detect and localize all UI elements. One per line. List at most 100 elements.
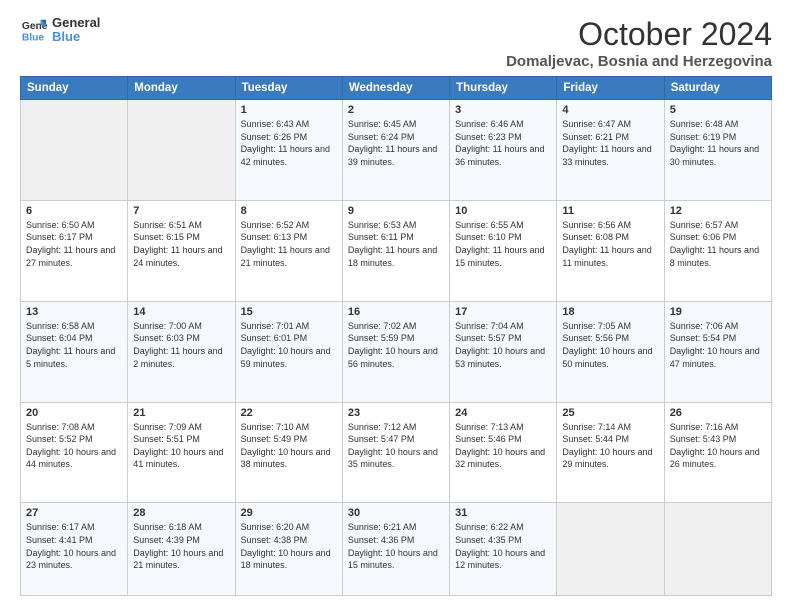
day-cell: 27 Sunrise: 6:17 AM Sunset: 4:41 PM Dayli… [21, 503, 128, 596]
week-row-3: 13 Sunrise: 6:58 AM Sunset: 6:04 PM Dayli… [21, 301, 772, 402]
calendar-header: SundayMondayTuesdayWednesdayThursdayFrid… [21, 77, 772, 100]
day-cell: 12 Sunrise: 6:57 AM Sunset: 6:06 PM Dayli… [664, 200, 771, 301]
svg-text:Blue: Blue [22, 33, 45, 44]
day-cell: 6 Sunrise: 6:50 AM Sunset: 6:17 PM Daylig… [21, 200, 128, 301]
day-cell: 3 Sunrise: 6:46 AM Sunset: 6:23 PM Daylig… [450, 100, 557, 201]
day-info: Sunrise: 6:17 AM Sunset: 4:41 PM Dayligh… [26, 521, 122, 571]
day-info: Sunrise: 6:46 AM Sunset: 6:23 PM Dayligh… [455, 118, 551, 168]
day-info: Sunrise: 6:57 AM Sunset: 6:06 PM Dayligh… [670, 219, 766, 269]
calendar-body: 1 Sunrise: 6:43 AM Sunset: 6:26 PM Daylig… [21, 100, 772, 596]
day-cell: 25 Sunrise: 7:14 AM Sunset: 5:44 PM Dayli… [557, 402, 664, 503]
day-info: Sunrise: 7:01 AM Sunset: 6:01 PM Dayligh… [241, 320, 337, 370]
day-number: 29 [241, 507, 337, 519]
calendar-table: SundayMondayTuesdayWednesdayThursdayFrid… [20, 76, 772, 596]
day-cell [557, 503, 664, 596]
day-info: Sunrise: 6:52 AM Sunset: 6:13 PM Dayligh… [241, 219, 337, 269]
day-number: 3 [455, 104, 551, 116]
day-cell: 22 Sunrise: 7:10 AM Sunset: 5:49 PM Dayli… [235, 402, 342, 503]
page: General Blue General Blue October 2024 D… [0, 0, 792, 612]
day-cell: 9 Sunrise: 6:53 AM Sunset: 6:11 PM Daylig… [342, 200, 449, 301]
day-cell: 26 Sunrise: 7:16 AM Sunset: 5:43 PM Dayli… [664, 402, 771, 503]
location: Domaljevac, Bosnia and Herzegovina [506, 53, 772, 70]
day-info: Sunrise: 6:22 AM Sunset: 4:35 PM Dayligh… [455, 521, 551, 571]
day-number: 10 [455, 205, 551, 217]
day-header-saturday: Saturday [664, 77, 771, 100]
day-cell [128, 100, 235, 201]
day-info: Sunrise: 6:51 AM Sunset: 6:15 PM Dayligh… [133, 219, 229, 269]
day-number: 25 [562, 407, 658, 419]
day-info: Sunrise: 7:16 AM Sunset: 5:43 PM Dayligh… [670, 421, 766, 471]
day-info: Sunrise: 7:05 AM Sunset: 5:56 PM Dayligh… [562, 320, 658, 370]
day-number: 19 [670, 306, 766, 318]
day-number: 13 [26, 306, 122, 318]
day-info: Sunrise: 7:04 AM Sunset: 5:57 PM Dayligh… [455, 320, 551, 370]
day-cell: 23Sunrise: 7:12 AM Sunset: 5:47 PM Dayli… [342, 402, 449, 503]
day-cell: 10Sunrise: 6:55 AM Sunset: 6:10 PM Dayli… [450, 200, 557, 301]
day-info: Sunrise: 7:12 AM Sunset: 5:47 PM Dayligh… [348, 421, 444, 471]
day-cell: 30Sunrise: 6:21 AM Sunset: 4:36 PM Dayli… [342, 503, 449, 596]
day-cell: 1 Sunrise: 6:43 AM Sunset: 6:26 PM Daylig… [235, 100, 342, 201]
week-row-1: 1 Sunrise: 6:43 AM Sunset: 6:26 PM Daylig… [21, 100, 772, 201]
day-info: Sunrise: 6:58 AM Sunset: 6:04 PM Dayligh… [26, 320, 122, 370]
day-number: 1 [241, 104, 337, 116]
day-cell: 15 Sunrise: 7:01 AM Sunset: 6:01 PM Dayli… [235, 301, 342, 402]
day-info: Sunrise: 6:50 AM Sunset: 6:17 PM Dayligh… [26, 219, 122, 269]
day-info: Sunrise: 6:20 AM Sunset: 4:38 PM Dayligh… [241, 521, 337, 571]
day-number: 18 [562, 306, 658, 318]
day-cell: 19Sunrise: 7:06 AM Sunset: 5:54 PM Dayli… [664, 301, 771, 402]
logo-line2: Blue [52, 30, 100, 44]
day-cell: 18 Sunrise: 7:05 AM Sunset: 5:56 PM Dayli… [557, 301, 664, 402]
day-info: Sunrise: 6:21 AM Sunset: 4:36 PM Dayligh… [348, 521, 444, 571]
day-cell: 21Sunrise: 7:09 AM Sunset: 5:51 PM Dayli… [128, 402, 235, 503]
day-cell: 4Sunrise: 6:47 AM Sunset: 6:21 PM Daylig… [557, 100, 664, 201]
day-cell: 13 Sunrise: 6:58 AM Sunset: 6:04 PM Dayli… [21, 301, 128, 402]
day-number: 12 [670, 205, 766, 217]
day-number: 27 [26, 507, 122, 519]
day-info: Sunrise: 6:53 AM Sunset: 6:11 PM Dayligh… [348, 219, 444, 269]
day-cell: 16 Sunrise: 7:02 AM Sunset: 5:59 PM Dayli… [342, 301, 449, 402]
day-cell [21, 100, 128, 201]
title-block: October 2024 Domaljevac, Bosnia and Herz… [506, 16, 772, 70]
day-info: Sunrise: 6:56 AM Sunset: 6:08 PM Dayligh… [562, 219, 658, 269]
day-number: 8 [241, 205, 337, 217]
day-info: Sunrise: 7:08 AM Sunset: 5:52 PM Dayligh… [26, 421, 122, 471]
day-number: 31 [455, 507, 551, 519]
day-header-wednesday: Wednesday [342, 77, 449, 100]
day-number: 24 [455, 407, 551, 419]
day-cell: 28 Sunrise: 6:18 AM Sunset: 4:39 PM Dayli… [128, 503, 235, 596]
day-cell: 5Sunrise: 6:48 AM Sunset: 6:19 PM Daylig… [664, 100, 771, 201]
day-cell: 17Sunrise: 7:04 AM Sunset: 5:57 PM Dayli… [450, 301, 557, 402]
week-row-4: 20 Sunrise: 7:08 AM Sunset: 5:52 PM Dayli… [21, 402, 772, 503]
day-cell: 14 Sunrise: 7:00 AM Sunset: 6:03 PM Dayli… [128, 301, 235, 402]
day-cell: 8 Sunrise: 6:52 AM Sunset: 6:13 PM Daylig… [235, 200, 342, 301]
day-info: Sunrise: 6:48 AM Sunset: 6:19 PM Dayligh… [670, 118, 766, 168]
day-info: Sunrise: 7:02 AM Sunset: 5:59 PM Dayligh… [348, 320, 444, 370]
day-cell [664, 503, 771, 596]
day-info: Sunrise: 7:10 AM Sunset: 5:49 PM Dayligh… [241, 421, 337, 471]
day-cell: 7Sunrise: 6:51 AM Sunset: 6:15 PM Daylig… [128, 200, 235, 301]
day-number: 15 [241, 306, 337, 318]
logo-line1: General [52, 16, 100, 30]
day-number: 20 [26, 407, 122, 419]
day-cell: 31 Sunrise: 6:22 AM Sunset: 4:35 PM Dayli… [450, 503, 557, 596]
day-number: 22 [241, 407, 337, 419]
day-info: Sunrise: 7:00 AM Sunset: 6:03 PM Dayligh… [133, 320, 229, 370]
day-header-thursday: Thursday [450, 77, 557, 100]
day-number: 2 [348, 104, 444, 116]
day-info: Sunrise: 7:13 AM Sunset: 5:46 PM Dayligh… [455, 421, 551, 471]
day-number: 14 [133, 306, 229, 318]
day-number: 9 [348, 205, 444, 217]
day-info: Sunrise: 6:43 AM Sunset: 6:26 PM Dayligh… [241, 118, 337, 168]
day-number: 21 [133, 407, 229, 419]
day-info: Sunrise: 7:14 AM Sunset: 5:44 PM Dayligh… [562, 421, 658, 471]
logo: General Blue General Blue [20, 16, 100, 45]
day-number: 28 [133, 507, 229, 519]
week-row-2: 6 Sunrise: 6:50 AM Sunset: 6:17 PM Daylig… [21, 200, 772, 301]
day-info: Sunrise: 6:18 AM Sunset: 4:39 PM Dayligh… [133, 521, 229, 571]
day-number: 16 [348, 306, 444, 318]
week-row-5: 27 Sunrise: 6:17 AM Sunset: 4:41 PM Dayli… [21, 503, 772, 596]
month-title: October 2024 [506, 16, 772, 53]
day-number: 26 [670, 407, 766, 419]
header-row: SundayMondayTuesdayWednesdayThursdayFrid… [21, 77, 772, 100]
day-number: 6 [26, 205, 122, 217]
